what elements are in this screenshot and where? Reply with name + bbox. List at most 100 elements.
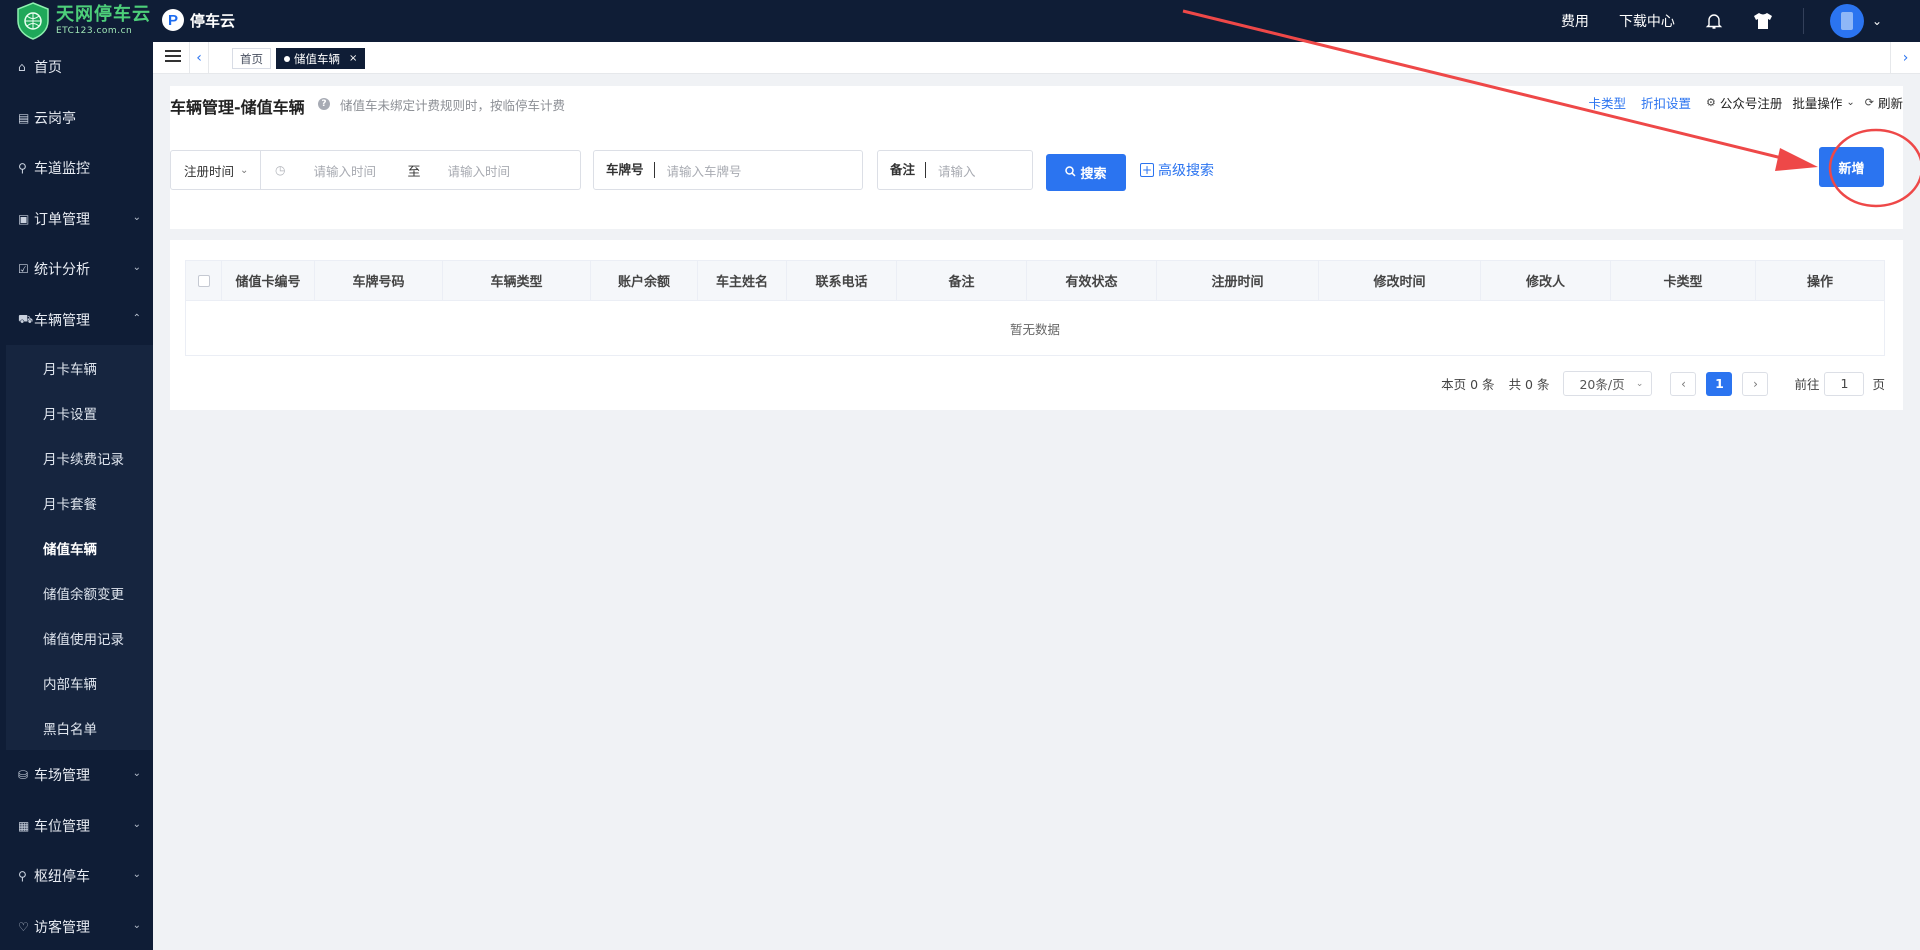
shirt-icon[interactable] bbox=[1753, 12, 1773, 30]
page-title: 车辆管理-储值车辆 bbox=[170, 98, 305, 117]
sidebar-item-statistics[interactable]: ☑ 统计分析 ⌄ bbox=[0, 244, 153, 295]
sidebar-item-hub-parking[interactable]: ⚲ 枢纽停车 ⌄ bbox=[0, 851, 153, 902]
search-button[interactable]: 搜索 bbox=[1046, 154, 1126, 191]
chevron-down-icon: ⌄ bbox=[132, 262, 141, 273]
column-header[interactable]: 储值卡编号 bbox=[222, 261, 315, 300]
top-bar: 天网停车云 ETC123.com.cn P 停车云 费用 下载中心 ⌄ bbox=[0, 0, 1920, 42]
avatar[interactable] bbox=[1829, 4, 1864, 38]
refresh-label: 刷新 bbox=[1877, 96, 1903, 111]
plate-label: 车牌号 bbox=[594, 162, 655, 178]
header-actions: 卡类型 折扣设置 ⚙ 公众号注册 批量操作 ⌄ ⟳ 刷新 bbox=[1588, 93, 1903, 112]
submenu-item-stored-value-vehicles[interactable]: 储值车辆 bbox=[6, 525, 153, 570]
sidebar-item-orders[interactable]: ▣ 订单管理 ⌄ bbox=[0, 194, 153, 245]
date-type-value: 注册时间 bbox=[184, 163, 235, 179]
column-header[interactable]: 操作 bbox=[1756, 261, 1884, 300]
sidebar-item-home[interactable]: ⌂ 首页 bbox=[0, 42, 153, 93]
sidebar-item-label: 车道监控 bbox=[34, 161, 90, 178]
submenu-item-usage-records[interactable]: 储值使用记录 bbox=[6, 615, 153, 660]
tab-label: 储值车辆 bbox=[294, 51, 340, 66]
page-size-select[interactable]: 20条/页 ⌄ bbox=[1563, 371, 1653, 396]
date-type-select[interactable]: 注册时间 ⌄ bbox=[171, 151, 261, 189]
sidebar: ⌂ 首页 ▤ 云岗亭 ⚲ 车道监控 ▣ 订单管理 ⌄ ☑ 统计分析 ⌄ ⛟ 车辆… bbox=[0, 42, 153, 950]
sidebar-item-label: 订单管理 bbox=[34, 211, 90, 228]
vehicles-submenu: 月卡车辆 月卡设置 月卡续费记录 月卡套餐 储值车辆 储值余额变更 储值使用记录… bbox=[6, 345, 153, 750]
plate-input[interactable]: 请输入车牌号 bbox=[655, 161, 742, 180]
submenu-item-internal-vehicles[interactable]: 内部车辆 bbox=[6, 660, 153, 705]
total-count: 共 0 条 bbox=[1508, 377, 1550, 392]
chevron-down-icon: ⌄ bbox=[1846, 97, 1855, 108]
submenu-item-black-white-list[interactable]: 黑白名单 bbox=[6, 705, 153, 750]
chevron-right-icon[interactable]: › bbox=[1890, 42, 1920, 74]
page-unit: 页 bbox=[1872, 377, 1885, 392]
column-header[interactable]: 备注 bbox=[897, 261, 1027, 300]
end-time-input[interactable]: 请输入时间 bbox=[447, 161, 510, 180]
sidebar-item-spaces[interactable]: ▦ 车位管理 ⌄ bbox=[0, 801, 153, 852]
goto-page-input[interactable]: 1 bbox=[1824, 371, 1865, 396]
column-header[interactable]: 车牌号码 bbox=[315, 261, 443, 300]
refresh-button[interactable]: ⟳ 刷新 bbox=[1865, 93, 1903, 112]
column-header[interactable]: 有效状态 bbox=[1027, 261, 1157, 300]
sidebar-item-vehicles[interactable]: ⛟ 车辆管理 ⌃ bbox=[0, 295, 153, 346]
divider bbox=[1802, 8, 1804, 34]
tab-stored-value-vehicles[interactable]: 储值车辆 × bbox=[276, 48, 366, 69]
bell-icon[interactable] bbox=[1705, 12, 1723, 30]
advanced-search-link[interactable]: + 高级搜索 bbox=[1140, 160, 1214, 180]
brand-logo[interactable]: 天网停车云 ETC123.com.cn bbox=[0, 0, 153, 42]
empty-state: 暂无数据 bbox=[1009, 321, 1060, 337]
batch-operations-dropdown[interactable]: 批量操作 ⌄ bbox=[1792, 93, 1854, 112]
visitor-icon: ♡ bbox=[18, 919, 29, 934]
refresh-icon: ⟳ bbox=[1864, 96, 1874, 109]
chevron-down-icon: ⌄ bbox=[240, 164, 249, 176]
chevron-left-icon[interactable]: ‹ bbox=[189, 42, 209, 74]
page-size-value: 20条/页 bbox=[1579, 377, 1625, 392]
tab-home[interactable]: 首页 bbox=[232, 48, 271, 69]
hub-icon: ⚲ bbox=[18, 869, 27, 884]
column-header[interactable]: 车辆类型 bbox=[443, 261, 591, 300]
column-header[interactable]: 注册时间 bbox=[1157, 261, 1319, 300]
card-type-link[interactable]: 卡类型 bbox=[1588, 93, 1626, 112]
fee-link[interactable]: 费用 bbox=[1561, 11, 1589, 31]
column-header[interactable]: 账户余额 bbox=[591, 261, 698, 300]
plus-square-icon: + bbox=[1140, 163, 1154, 177]
submenu-item-monthly-packages[interactable]: 月卡套餐 bbox=[6, 480, 153, 525]
column-header[interactable]: 卡类型 bbox=[1611, 261, 1756, 300]
sidebar-item-parking-lots[interactable]: ⛁ 车场管理 ⌄ bbox=[0, 750, 153, 801]
column-header[interactable]: 修改时间 bbox=[1319, 261, 1481, 300]
column-header[interactable]: 联系电话 bbox=[787, 261, 897, 300]
column-header[interactable]: 修改人 bbox=[1481, 261, 1611, 300]
submenu-item-monthly-settings[interactable]: 月卡设置 bbox=[6, 390, 153, 435]
home-icon: ⌂ bbox=[18, 60, 26, 75]
download-center-link[interactable]: 下载中心 bbox=[1619, 11, 1675, 31]
select-all-checkbox[interactable] bbox=[186, 261, 222, 300]
note-input[interactable]: 请输入 bbox=[926, 161, 976, 180]
sidebar-item-lane-monitor[interactable]: ⚲ 车道监控 bbox=[0, 143, 153, 194]
range-separator: 至 bbox=[407, 164, 421, 180]
date-range-filter: 注册时间 ⌄ ◷ 请输入时间 至 请输入时间 bbox=[170, 150, 581, 190]
discount-settings-link[interactable]: 折扣设置 bbox=[1641, 93, 1691, 112]
batch-operations-label: 批量操作 bbox=[1792, 96, 1843, 111]
prev-page-button[interactable]: ‹ bbox=[1670, 371, 1697, 396]
chevron-down-icon: ⌄ bbox=[132, 869, 141, 880]
chevron-down-icon: ⌄ bbox=[132, 211, 141, 223]
sidebar-item-cloud-booth[interactable]: ▤ 云岗亭 bbox=[0, 93, 153, 144]
start-time-input[interactable]: 请输入时间 bbox=[313, 161, 407, 180]
note-filter: 备注 请输入 bbox=[877, 150, 1033, 190]
sidebar-item-label: 访客管理 bbox=[34, 919, 90, 936]
sidebar-item-visitors[interactable]: ♡ 访客管理 ⌄ bbox=[0, 902, 153, 950]
gear-icon: ⚙ bbox=[1705, 96, 1716, 109]
top-right-nav: 费用 下载中心 ⌄ bbox=[1561, 0, 1920, 42]
app-title[interactable]: P 停车云 bbox=[162, 9, 235, 31]
close-icon[interactable]: × bbox=[349, 53, 357, 64]
add-button[interactable]: 新增 bbox=[1819, 147, 1884, 187]
column-header[interactable]: 车主姓名 bbox=[698, 261, 787, 300]
chevron-down-icon: ⌄ bbox=[132, 818, 141, 830]
menu-toggle-icon[interactable] bbox=[165, 50, 181, 64]
submenu-item-monthly-vehicles[interactable]: 月卡车辆 bbox=[6, 345, 153, 390]
chevron-down-icon[interactable]: ⌄ bbox=[1872, 14, 1882, 28]
next-page-button[interactable]: › bbox=[1742, 371, 1769, 396]
submenu-item-balance-changes[interactable]: 储值余额变更 bbox=[6, 570, 153, 615]
wechat-register-button[interactable]: ⚙ 公众号注册 bbox=[1706, 93, 1782, 112]
page-number-1[interactable]: 1 bbox=[1706, 371, 1733, 396]
submenu-item-renewal-records[interactable]: 月卡续费记录 bbox=[6, 435, 153, 480]
help-icon[interactable]: ? bbox=[318, 98, 330, 110]
